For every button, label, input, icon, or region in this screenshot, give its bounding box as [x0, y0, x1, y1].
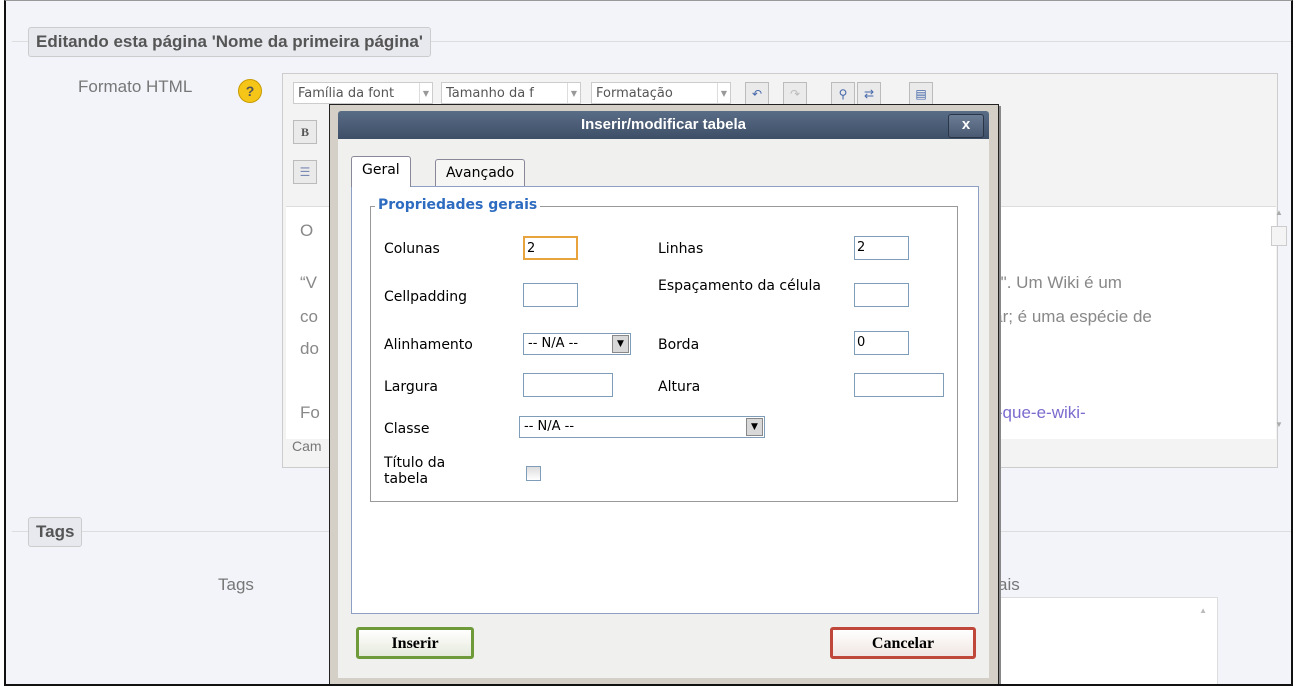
- editor-line: do: [300, 339, 319, 358]
- editor-line: ido". Um Wiki é um: [978, 273, 1122, 292]
- font-size-value: Tamanho da f: [446, 86, 534, 101]
- list-icon[interactable]: ☰: [293, 160, 317, 184]
- editor-line: orar; é uma espécie de: [978, 307, 1152, 326]
- fullscreen-icon[interactable]: ▤: [909, 82, 933, 106]
- classe-select[interactable]: -- N/A -- ▼: [519, 416, 765, 438]
- editor-line: O: [300, 221, 314, 240]
- font-size-select[interactable]: Tamanho da f ▼: [441, 82, 581, 104]
- largura-label: Largura: [384, 379, 438, 395]
- cellpadding-input[interactable]: [523, 283, 578, 307]
- classe-value: -- N/A --: [524, 419, 575, 434]
- titulo-label: Título da tabela: [384, 455, 446, 487]
- dialog-title[interactable]: Inserir/modificar tabela: [338, 111, 989, 139]
- editor-line: Fo: [300, 403, 320, 422]
- alinhamento-select[interactable]: -- N/A -- ▼: [523, 333, 631, 355]
- find-icon[interactable]: ⚲: [831, 82, 855, 106]
- page: Editando esta página 'Nome da primeira p…: [4, 0, 1293, 686]
- scroll-up-icon[interactable]: ▲: [1199, 606, 1207, 615]
- cancel-button[interactable]: Cancelar: [830, 627, 976, 659]
- format-select[interactable]: Formatação ▼: [591, 82, 731, 104]
- format-value: Formatação: [596, 86, 673, 101]
- colunas-input[interactable]: 2: [523, 236, 578, 260]
- font-family-value: Família da font: [298, 86, 395, 101]
- scroll-down-icon[interactable]: ▼: [1275, 420, 1283, 429]
- classe-label: Classe: [384, 421, 430, 437]
- alinhamento-value: -- N/A --: [528, 336, 579, 351]
- tags-label: Tags: [218, 575, 254, 594]
- section-tags-legend: Tags: [28, 517, 83, 547]
- fieldset-legend: Propriedades gerais: [375, 197, 541, 213]
- tab-geral[interactable]: Geral: [351, 156, 411, 187]
- chevron-down-icon: ▼: [419, 83, 432, 103]
- editor-line: “V: [300, 273, 317, 292]
- help-icon[interactable]: ?: [238, 79, 262, 103]
- chevron-down-icon: ▼: [567, 83, 580, 103]
- editor-scrollbar[interactable]: ▲ ▼: [1271, 206, 1287, 436]
- borda-input[interactable]: 0: [854, 331, 909, 355]
- colunas-label: Colunas: [384, 241, 440, 257]
- titulo-checkbox[interactable]: [526, 466, 541, 481]
- largura-input[interactable]: [523, 373, 613, 397]
- chevron-down-icon[interactable]: ▼: [612, 335, 629, 353]
- alinhamento-label: Alinhamento: [384, 337, 473, 353]
- font-family-select[interactable]: Família da font ▼: [293, 82, 433, 104]
- espacamento-input[interactable]: [854, 283, 909, 307]
- tags-extra-label: ais: [998, 575, 1020, 594]
- table-dialog: Inserir/modificar tabela x Geral Avançad…: [329, 104, 999, 684]
- cellpadding-label: Cellpadding: [384, 289, 468, 305]
- linhas-label: Linhas: [658, 241, 704, 257]
- chevron-down-icon: ▼: [717, 83, 730, 103]
- chevron-down-icon[interactable]: ▼: [746, 418, 763, 436]
- close-button[interactable]: x: [948, 114, 984, 138]
- format-label: Formato HTML: [78, 77, 193, 96]
- altura-label: Altura: [658, 379, 701, 395]
- insert-button[interactable]: Inserir: [356, 627, 474, 659]
- undo-icon[interactable]: ↶: [745, 82, 769, 106]
- scroll-thumb[interactable]: [1271, 226, 1287, 246]
- linhas-input[interactable]: 2: [854, 236, 909, 260]
- borda-label: Borda: [658, 337, 700, 353]
- editor-statusbar: Cam: [292, 438, 322, 454]
- altura-input[interactable]: [854, 373, 944, 397]
- properties-fieldset: Propriedades gerais Colunas 2 Linhas 2 C…: [370, 197, 958, 502]
- dialog-body: Geral Avançado Propriedades gerais Colun…: [338, 139, 989, 678]
- tab-panel: Propriedades gerais Colunas 2 Linhas 2 C…: [351, 186, 979, 614]
- section-edit-legend: Editando esta página 'Nome da primeira p…: [28, 27, 431, 57]
- bold-button[interactable]: B: [293, 120, 317, 144]
- editor-line: co: [300, 307, 318, 326]
- replace-icon[interactable]: ⇄: [857, 82, 881, 106]
- tab-avancado[interactable]: Avançado: [435, 159, 526, 186]
- espacamento-label: Espaçamento da célula: [658, 278, 821, 294]
- scroll-up-icon[interactable]: ▲: [1275, 208, 1283, 217]
- redo-icon[interactable]: ↷: [783, 82, 807, 106]
